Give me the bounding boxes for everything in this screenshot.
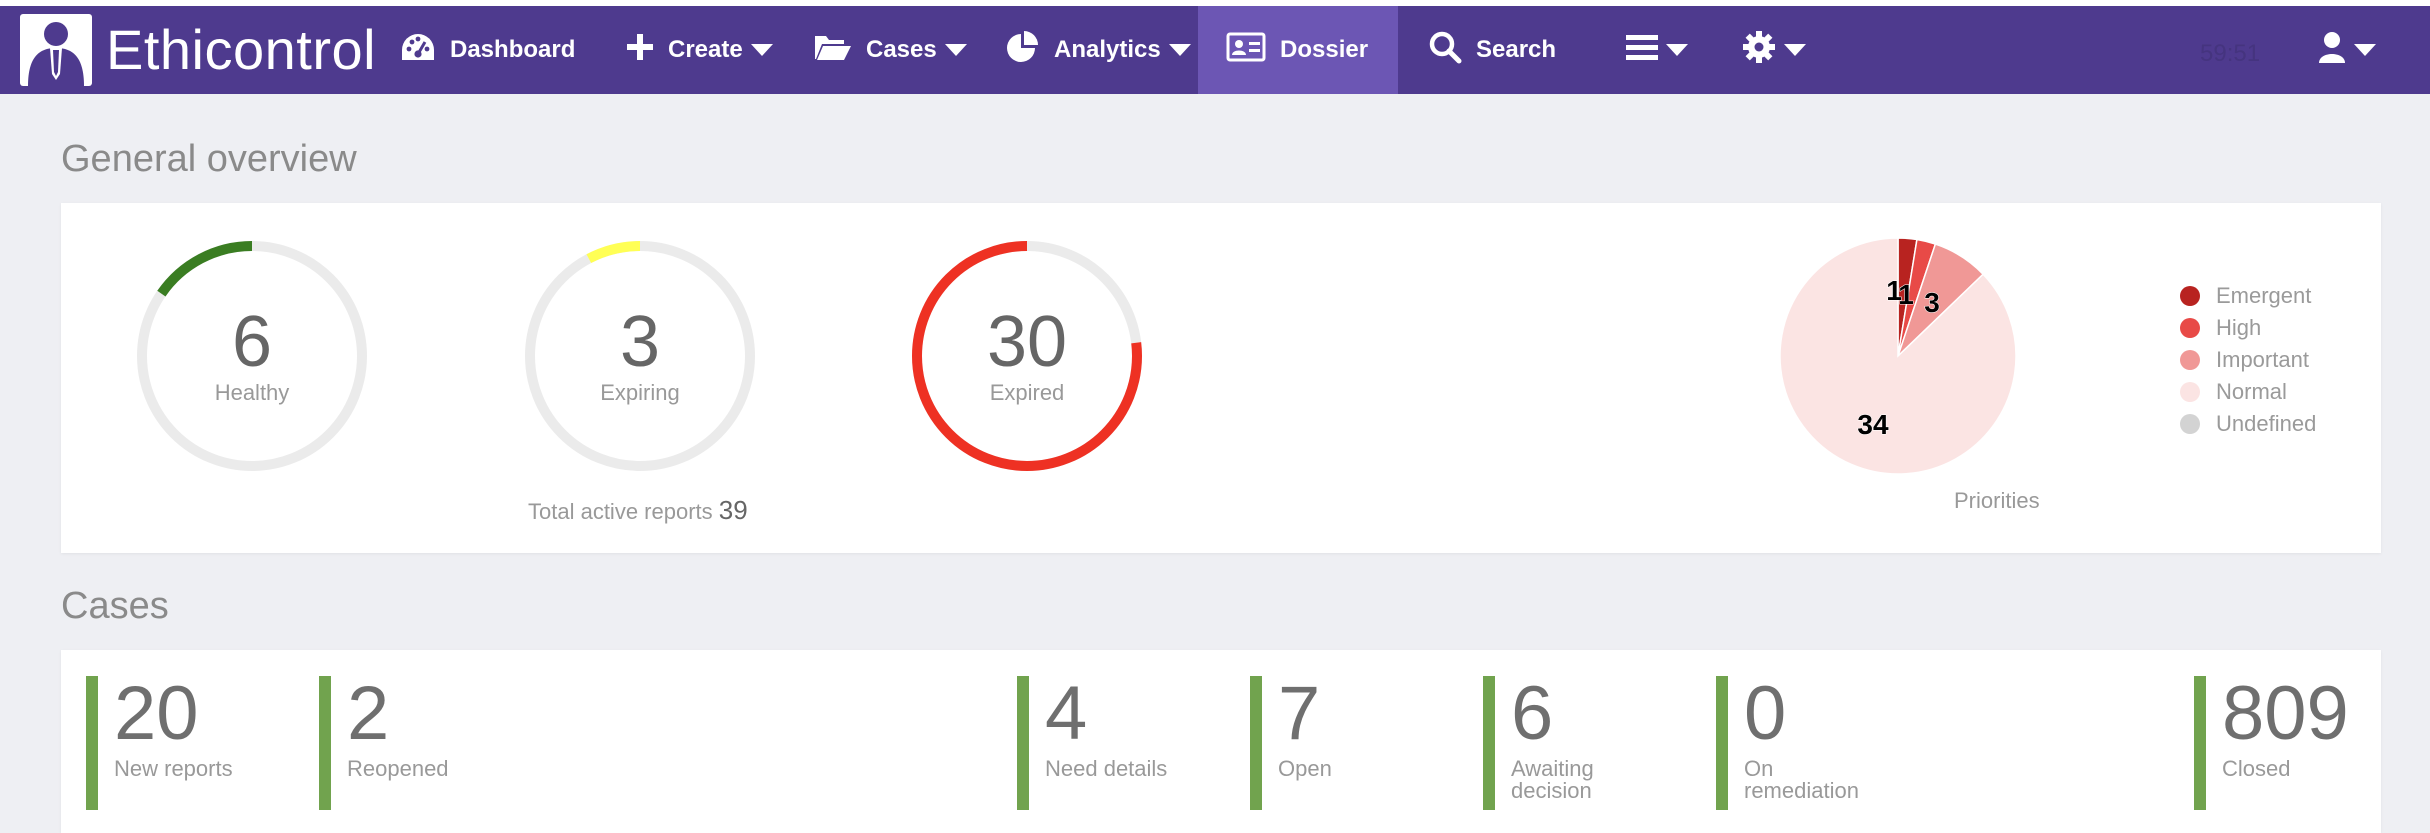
stat-closed[interactable]: 809 Closed (2194, 676, 2349, 810)
stat-value: 20 (114, 671, 199, 756)
nav-dossier-label: Dossier (1280, 36, 1369, 63)
priorities-pie-chart[interactable]: 1 1 3 34 (1778, 236, 2018, 476)
search-icon (1428, 30, 1462, 71)
dashboard-gauge-icon (400, 32, 436, 69)
chevron-down-icon (1784, 44, 1806, 56)
legend-dot (2180, 350, 2200, 370)
plus-icon (626, 33, 654, 68)
stat-label: Need details (1045, 756, 1168, 781)
stat-label: Closed (2222, 756, 2291, 781)
gauge-value: 3 (619, 302, 661, 382)
session-timer: 59:51 (2200, 40, 2261, 67)
brand[interactable]: Ethicontrol (20, 14, 376, 86)
section-title-cases: Cases (61, 585, 169, 627)
legend-item-important[interactable]: Important (2180, 344, 2316, 376)
stat-open[interactable]: 7 Open (1250, 676, 1332, 810)
chevron-down-icon (2354, 44, 2376, 56)
nav-create[interactable]: Create (626, 6, 773, 94)
total-value: 39 (718, 495, 748, 525)
pie-data-label: 34 (1857, 409, 1889, 440)
total-label: Total active reports (528, 499, 713, 524)
nav-dashboard-label: Dashboard (450, 36, 576, 63)
legend-item-high[interactable]: High (2180, 312, 2316, 344)
nav-create-label: Create (668, 36, 743, 63)
pie-chart-icon (1006, 30, 1040, 71)
stat-new-reports[interactable]: 20 New reports (86, 676, 233, 810)
legend-label: Normal (2216, 379, 2287, 404)
stat-label: Open (1278, 756, 1332, 781)
stat-need-details[interactable]: 4 Need details (1017, 676, 1167, 810)
stat-value: 6 (1511, 671, 1554, 756)
nav-cases-label: Cases (866, 36, 937, 63)
nav-dashboard[interactable]: Dashboard (400, 6, 575, 94)
gauge-expiring[interactable]: 3 Expiring (522, 238, 758, 474)
gauge-label: Expired (989, 380, 1065, 405)
legend-label: High (2216, 315, 2262, 340)
folder-open-icon (814, 33, 852, 68)
stat-on-remediation[interactable]: 0 On remediation (1716, 676, 1884, 810)
nav-user[interactable] (2318, 6, 2376, 94)
stat-value: 2 (347, 671, 390, 756)
stat-value: 7 (1278, 671, 1321, 756)
gauge-expired[interactable]: 30 Expired (909, 238, 1145, 474)
gear-icon (1742, 30, 1776, 71)
legend-dot (2180, 414, 2200, 434)
stat-label: Reopened (347, 756, 449, 781)
gauge-healthy[interactable]: 6 Healthy (134, 238, 370, 474)
nav-search-label: Search (1476, 36, 1557, 63)
gauge-label: Expiring (600, 380, 680, 405)
stat-awaiting-decision[interactable]: 6 Awaiting decision (1483, 676, 1631, 810)
priorities-legend: Emergent High Important Normal Undefined (2180, 280, 2316, 440)
id-card-icon (1226, 32, 1266, 69)
top-navbar: Ethicontrol Dashboard Create Cases Analy… (0, 6, 2430, 94)
stat-value: 4 (1045, 671, 1088, 756)
hamburger-menu-icon (1626, 33, 1658, 68)
stat-label: New reports (114, 756, 233, 781)
priorities-pie-svg: 11 334 (1779, 237, 2017, 475)
nav-dossier[interactable]: Dossier (1198, 6, 1398, 94)
stat-value: 0 (1744, 671, 1787, 756)
user-icon (2318, 31, 2346, 70)
stat-value: 809 (2222, 671, 2349, 756)
section-title-overview: General overview (61, 138, 357, 180)
pie-data-label: 1 (1898, 279, 1914, 310)
chevron-down-icon (750, 44, 773, 56)
legend-item-normal[interactable]: Normal (2180, 376, 2316, 408)
legend-item-emergent[interactable]: Emergent (2180, 280, 2316, 312)
nav-analytics[interactable]: Analytics (1006, 6, 1191, 94)
legend-dot (2180, 286, 2200, 306)
pie-data-label: 3 (1924, 287, 1940, 318)
nav-search[interactable]: Search (1428, 6, 1556, 94)
nav-settings[interactable] (1742, 6, 1806, 94)
nav-menu[interactable] (1626, 6, 1688, 94)
nav-analytics-label: Analytics (1054, 36, 1161, 63)
total-active-reports: Total active reports 39 (528, 495, 748, 526)
stat-label: On remediation (1744, 756, 1859, 803)
ethicontrol-logo (20, 14, 92, 86)
brand-name: Ethicontrol (106, 18, 377, 81)
legend-dot (2180, 382, 2200, 402)
legend-label: Emergent (2216, 283, 2312, 308)
gauge-value: 30 (986, 302, 1068, 382)
legend-label: Undefined (2216, 411, 2317, 436)
chevron-down-icon (1168, 44, 1191, 56)
stat-reopened[interactable]: 2 Reopened (319, 676, 449, 810)
gauge-label: Healthy (214, 380, 290, 405)
priorities-caption: Priorities (1954, 488, 2040, 513)
legend-item-undefined[interactable]: Undefined (2180, 408, 2316, 440)
legend-label: Important (2216, 347, 2309, 372)
stat-label: Awaiting decision (1511, 756, 1594, 803)
gauge-value: 6 (231, 302, 273, 382)
chevron-down-icon (1666, 44, 1688, 56)
chevron-down-icon (944, 44, 967, 56)
legend-dot (2180, 318, 2200, 338)
nav-cases[interactable]: Cases (814, 6, 967, 94)
